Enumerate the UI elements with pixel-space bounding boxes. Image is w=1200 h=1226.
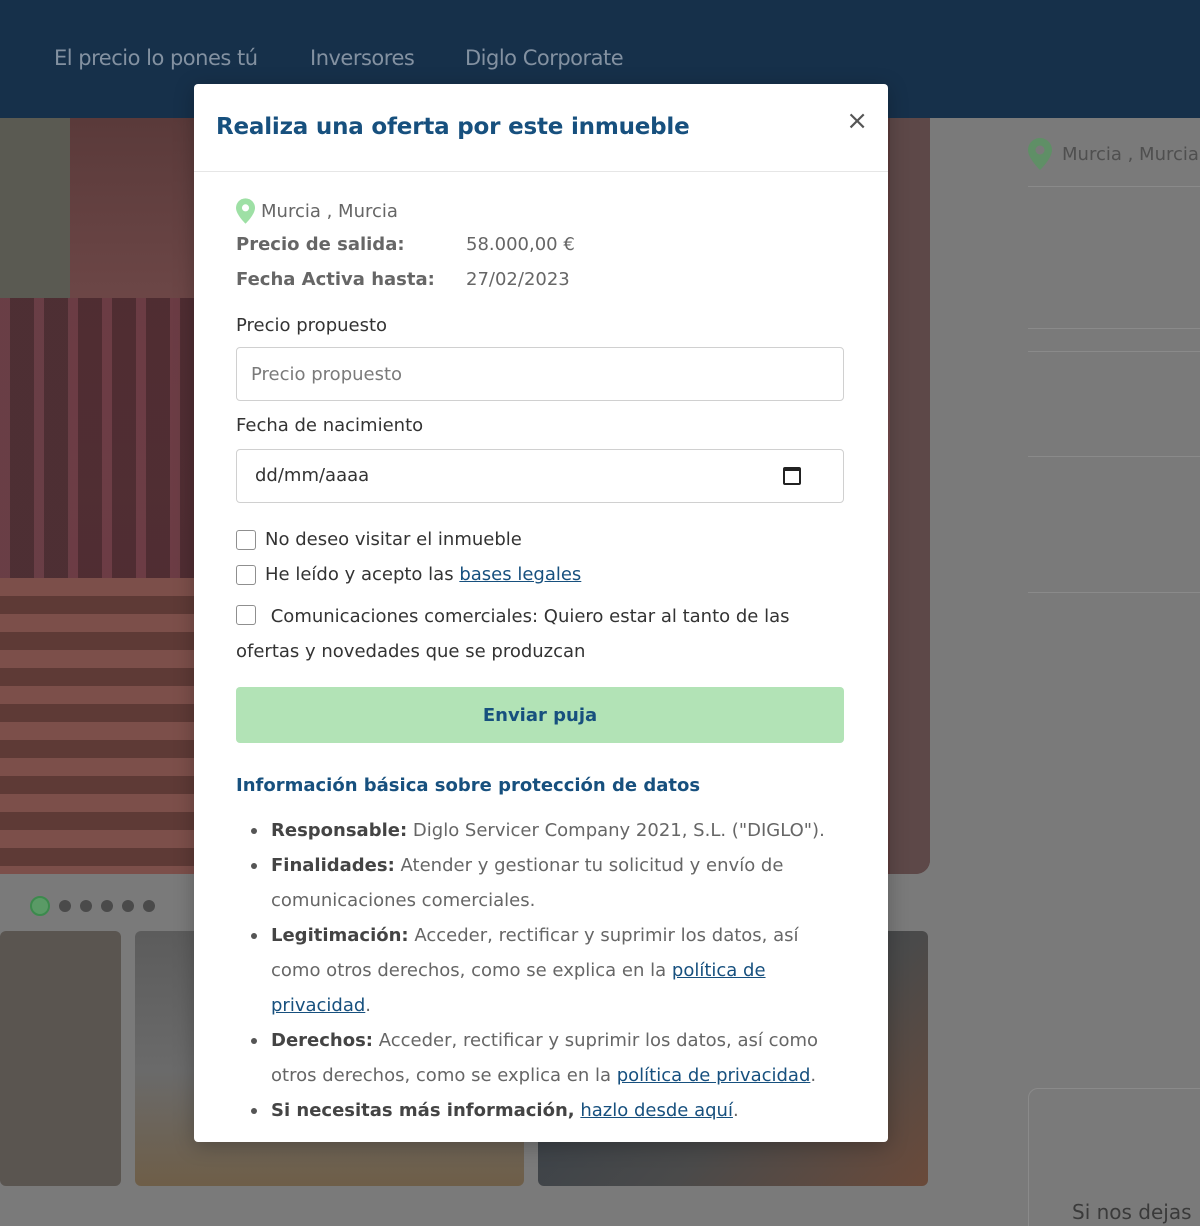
privacy-list: Responsable: Diglo Servicer Company 2021… <box>236 813 846 1128</box>
carousel-dot[interactable] <box>122 900 134 912</box>
comms-label: Comunicaciones comerciales: Quiero estar… <box>236 606 790 662</box>
divider <box>1028 186 1200 187</box>
birthdate-placeholder: dd/mm/aaaa <box>255 465 370 486</box>
modal-header: Realiza una oferta por este inmueble × <box>194 84 888 172</box>
list-item: Si necesitas más información, hazlo desd… <box>236 1093 846 1128</box>
finalidades-label: Finalidades: <box>271 855 395 876</box>
list-item: Finalidades: Atender y gestionar tu soli… <box>236 848 846 918</box>
nav-link-precio[interactable]: El precio lo pones tú <box>54 46 258 70</box>
more-info-label: Si necesitas más información, <box>271 1100 575 1121</box>
no-visit-checkbox[interactable] <box>236 530 256 550</box>
list-item: Legitimación: Acceder, rectificar y supr… <box>236 918 846 1023</box>
photo-right-wall <box>890 118 930 874</box>
no-visit-label: No deseo visitar el inmueble <box>265 529 522 550</box>
active-date-value: 27/02/2023 <box>466 269 570 290</box>
responsable-text: Diglo Servicer Company 2021, S.L. ("DIGL… <box>412 820 825 841</box>
carousel-dots <box>30 896 155 916</box>
carousel-dot-active[interactable] <box>30 896 50 916</box>
legal-checkbox[interactable] <box>236 565 256 585</box>
legal-label-prefix: He leído y acepto las <box>265 564 454 585</box>
nav-link-inversores[interactable]: Inversores <box>310 46 415 70</box>
proposed-price-input[interactable] <box>236 347 844 401</box>
calendar-icon[interactable] <box>783 467 801 485</box>
modal-title: Realiza una oferta por este inmueble <box>216 114 690 140</box>
side-location: Murcia , Murcia <box>1028 138 1199 170</box>
legal-bases-link[interactable]: bases legales <box>459 564 581 585</box>
divider <box>1028 351 1200 352</box>
side-footer-text: Si nos dejas <box>1072 1200 1192 1224</box>
legitimacion-label: Legitimación: <box>271 925 409 946</box>
carousel-dot[interactable] <box>59 900 71 912</box>
proposed-price-label: Precio propuesto <box>236 315 388 336</box>
nav-link-corporate[interactable]: Diglo Corporate <box>465 46 624 70</box>
list-item: Responsable: Diglo Servicer Company 2021… <box>236 813 846 848</box>
birthdate-label: Fecha de nacimiento <box>236 415 424 436</box>
divider <box>1028 456 1200 457</box>
legal-label: He leído y acepto las bases legales <box>265 557 581 592</box>
list-item: Derechos: Acceder, rectificar y suprimir… <box>236 1023 846 1093</box>
map-pin-icon <box>1028 138 1052 170</box>
thumbnail[interactable] <box>0 931 121 1186</box>
comms-option: Comunicaciones comerciales: Quiero estar… <box>236 599 826 669</box>
carousel-dot[interactable] <box>101 900 113 912</box>
location-row: Murcia , Murcia <box>236 198 398 224</box>
divider <box>1028 592 1200 593</box>
offer-modal: Realiza una oferta por este inmueble × M… <box>194 84 888 1142</box>
starting-price-label: Precio de salida: <box>236 234 405 255</box>
carousel-dot[interactable] <box>80 900 92 912</box>
active-date-label: Fecha Activa hasta: <box>236 269 435 290</box>
no-visit-option: No deseo visitar el inmueble <box>236 529 522 557</box>
side-panel: Murcia , Murcia Si nos dejas <box>1028 118 1200 1226</box>
starting-price-value: 58.000,00 € <box>466 234 575 255</box>
privacy-title: Información básica sobre protección de d… <box>236 775 701 796</box>
map-pin-icon <box>236 198 255 224</box>
divider <box>1028 328 1200 329</box>
comms-checkbox[interactable] <box>236 605 256 625</box>
derechos-label: Derechos: <box>271 1030 373 1051</box>
submit-bid-button[interactable]: Enviar puja <box>236 687 844 743</box>
carousel-dot[interactable] <box>143 900 155 912</box>
privacy-policy-link[interactable]: política de privacidad <box>617 1065 811 1086</box>
side-location-text: Murcia , Murcia <box>1062 143 1199 165</box>
legal-option: He leído y acepto las bases legales <box>236 564 581 592</box>
birthdate-input[interactable]: dd/mm/aaaa <box>236 449 844 503</box>
photo-stairs <box>0 578 200 874</box>
close-button[interactable]: × <box>846 108 868 134</box>
location-text: Murcia , Murcia <box>261 200 398 222</box>
responsable-label: Responsable: <box>271 820 408 841</box>
more-info-link[interactable]: hazlo desde aquí <box>580 1100 733 1121</box>
